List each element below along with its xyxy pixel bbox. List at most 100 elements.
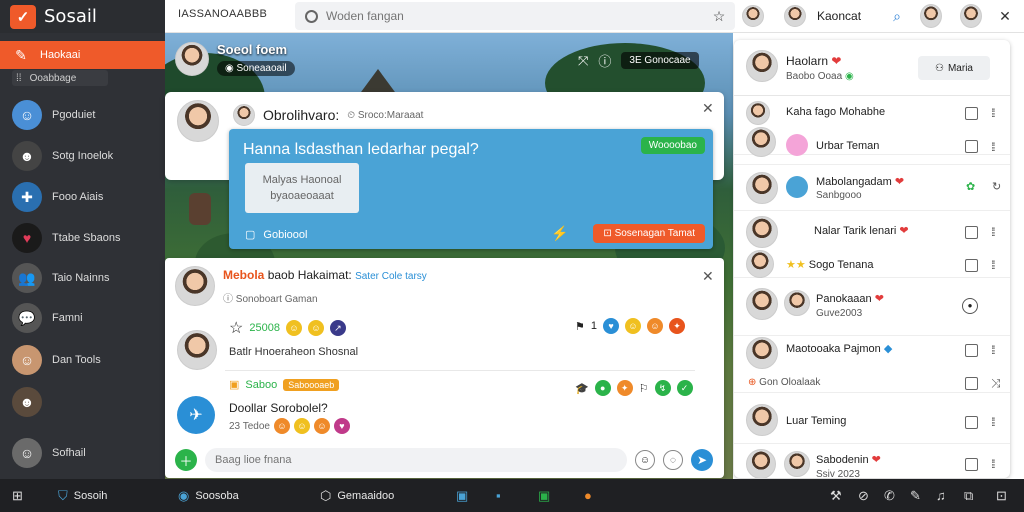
share-icon[interactable]: ↗ — [329, 320, 346, 336]
star-outline-icon[interactable]: ☆ — [229, 318, 243, 338]
more-icon[interactable]: ⁞⁞ — [991, 343, 995, 357]
refresh-icon[interactable]: ↻ — [992, 180, 1001, 193]
taskbar-app-2[interactable]: ⬡ Gemaaidoo — [320, 479, 394, 512]
shuffle-icon[interactable]: ⤨ — [991, 376, 1001, 391]
sidebar-item-6[interactable]: 💬 Famni — [0, 299, 165, 337]
post2-tag[interactable]: Saboooaeb — [283, 378, 340, 391]
heart-icon[interactable]: ♥ — [333, 418, 350, 434]
sidebar-item-5[interactable]: 👥 Taio Nainns — [0, 259, 165, 297]
send-icon[interactable]: ➤ — [691, 449, 713, 471]
user-avatar[interactable] — [784, 5, 806, 27]
sidebar-item-3[interactable]: ✚ Fooo Aiais — [0, 178, 165, 216]
friend-row[interactable]: Sabodenin ❤ Ssiv 2023 ⁞⁞ — [734, 445, 1010, 478]
emoji-icon[interactable]: ☺ — [625, 318, 641, 334]
emoji-icon[interactable]: ☺ — [635, 450, 655, 470]
app-icon[interactable]: ▪ — [496, 479, 501, 512]
more-icon[interactable]: ⁞⁞ — [991, 457, 995, 471]
friend-row[interactable]: Panokaaan ❤ Guve2003 ● — [734, 280, 1010, 336]
more-icon[interactable]: ⁞⁞ — [991, 140, 995, 154]
sidebar-item-8[interactable]: ☻ — [0, 383, 165, 421]
post-tag[interactable]: Sater Cole tarsy — [355, 271, 427, 282]
brand[interactable]: ✓ Sosail — [0, 0, 165, 33]
attach-icon[interactable]: ◌ — [663, 450, 683, 470]
more-icon[interactable]: ⁞⁞ — [991, 258, 995, 272]
more-icon[interactable]: ⁞⁞ — [991, 415, 995, 429]
owner-avatar[interactable] — [746, 50, 778, 82]
sidebar-item-7[interactable]: ☺ Dan Tools — [0, 341, 165, 379]
panel-footer[interactable]: ▢ Gobioool — [245, 228, 307, 242]
friend-row[interactable]: Mabolangadam ❤ Sanbgooo ✿ ↻ — [734, 166, 1010, 211]
emoji-icon[interactable]: ☺ — [285, 320, 302, 336]
start-button[interactable]: ⊞ — [12, 479, 23, 512]
radio-icon[interactable]: ● — [962, 298, 978, 314]
search-icon-blue[interactable]: ⌕ — [886, 5, 908, 27]
flag-icon[interactable]: ⚑ — [575, 320, 585, 333]
tray-icon[interactable]: ⊡ — [996, 479, 1007, 512]
friend-checkbox[interactable] — [965, 344, 978, 357]
more-icon[interactable]: ⁞⁞ — [991, 225, 995, 239]
friend-checkbox[interactable] — [965, 377, 978, 390]
check-circle-icon[interactable]: ✓ — [676, 380, 693, 396]
info-icon[interactable]: ⓘ — [598, 51, 611, 70]
emoji-icon[interactable]: ☺ — [273, 418, 290, 434]
post2-label[interactable]: Saboo — [245, 379, 277, 391]
avatar-2[interactable] — [920, 4, 942, 28]
friend-row[interactable]: Nalar Tarik lenari ❤ ⁞⁞ ★★ Sogo Tenana ⁞… — [734, 212, 1010, 278]
emoji-icon[interactable]: ☺ — [307, 320, 324, 336]
stream-badge[interactable]: 3E Gonocaae — [621, 52, 699, 69]
close-icon[interactable]: ✕ — [702, 268, 714, 285]
close-icon[interactable]: ✕ — [994, 5, 1016, 27]
like-icon[interactable]: ↯ — [654, 380, 671, 396]
cta-button[interactable]: ⊡ Sosenagan Tamat — [593, 224, 705, 243]
app-icon[interactable]: ▣ — [538, 479, 550, 512]
tray-icon[interactable]: ♫ — [936, 479, 946, 512]
reply-input[interactable] — [205, 448, 627, 472]
game-icon[interactable]: ✿ — [966, 180, 975, 193]
sidebar-item-4[interactable]: ♥ Ttabe Sbaons — [0, 219, 165, 257]
app-icon[interactable]: ● — [584, 479, 592, 512]
header-button[interactable]: ⚇ Maria — [918, 56, 990, 80]
post-avatar[interactable] — [175, 266, 215, 306]
fire-icon[interactable]: ✦ — [616, 380, 633, 396]
tray-icon[interactable]: ⚒ — [830, 479, 842, 512]
emoji-icon[interactable]: ☺ — [293, 418, 310, 434]
panel-tag[interactable]: Woooobao — [640, 137, 705, 154]
expand-icon[interactable]: ⤧ — [578, 53, 588, 69]
friend-checkbox[interactable] — [965, 259, 978, 272]
streamer-avatar[interactable] — [175, 42, 209, 76]
sidebar-sub-item[interactable]: ⁞⁞ Ooabbage — [12, 70, 108, 86]
flag-icon[interactable]: ⚐ — [639, 382, 649, 395]
tray-icon[interactable]: ⊘ — [858, 479, 869, 512]
friend-checkbox[interactable] — [965, 107, 978, 120]
commenter-avatar[interactable] — [177, 330, 217, 370]
sidebar-item-active[interactable]: ✎ Haokaai — [0, 41, 165, 69]
friend-checkbox[interactable] — [965, 458, 978, 471]
avatar-3[interactable] — [960, 4, 982, 28]
sidebar-item-9[interactable]: ☺ Sofhail — [0, 434, 165, 472]
emoji-icon[interactable]: ☺ — [313, 418, 330, 434]
profile-avatar[interactable] — [742, 5, 764, 27]
taskbar-app-1[interactable]: ◉ Soosoba — [178, 479, 239, 512]
more-icon[interactable]: ⁞⁞ — [991, 106, 995, 120]
fire-icon[interactable]: ✦ — [669, 318, 685, 334]
friend-row[interactable]: Luar Teming ⁞⁞ — [734, 394, 1010, 444]
taskbar-app-start[interactable]: ⛉ Sosoih — [58, 479, 107, 512]
tray-icon[interactable]: ⧉ — [964, 479, 973, 512]
search-bar[interactable] — [295, 2, 735, 30]
hat-icon[interactable]: 🎓 — [575, 382, 589, 395]
star-icon[interactable]: ☆ — [708, 5, 730, 27]
friend-checkbox[interactable] — [965, 226, 978, 239]
rocket-icon[interactable]: ✈ — [177, 396, 215, 434]
friend-checkbox[interactable] — [965, 140, 978, 153]
close-icon[interactable]: ✕ — [702, 100, 714, 117]
sidebar-item-2[interactable]: ☻ Sotg Inoelok — [0, 137, 165, 175]
sidebar-item-1[interactable]: ☺ Pgoduiet — [0, 96, 165, 134]
tray-icon[interactable]: ✎ — [910, 479, 921, 512]
post-author[interactable]: Mebola — [223, 268, 264, 282]
friend-row[interactable]: Maotooaka Pajmon ◆ ⁞⁞ ⊕ Gon Oloalaak ⤨ — [734, 337, 1010, 393]
emoji-icon[interactable]: ☺ — [647, 318, 663, 334]
tray-icon[interactable]: ✆ — [884, 479, 895, 512]
lightning-icon[interactable]: ⚡ — [551, 225, 568, 242]
like-icon[interactable]: ♥ — [603, 318, 619, 334]
friend-checkbox[interactable] — [965, 416, 978, 429]
